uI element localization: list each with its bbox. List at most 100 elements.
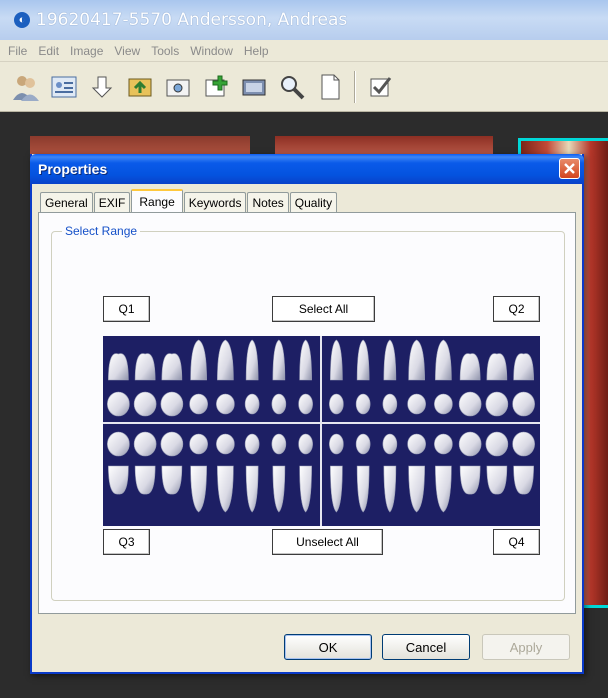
upper-tooth-crown[interactable]	[407, 393, 426, 415]
upper-tooth-crown[interactable]	[271, 393, 287, 415]
menu-window[interactable]: Window	[190, 44, 233, 58]
select-all-button[interactable]: Select All	[272, 296, 375, 322]
upper-tooth-crown[interactable]	[244, 393, 260, 415]
upper-tooth-crown[interactable]	[189, 393, 208, 415]
menu-tools[interactable]: Tools	[151, 44, 179, 58]
checklist-icon[interactable]	[364, 71, 396, 103]
add-image-icon[interactable]	[200, 71, 232, 103]
lower-tooth-crown[interactable]	[407, 433, 426, 455]
lower-tooth-side[interactable]	[272, 465, 286, 513]
dental-chart-svg[interactable]	[103, 336, 540, 526]
upper-tooth-side[interactable]	[513, 353, 534, 381]
lower-tooth-side[interactable]	[190, 465, 207, 513]
lower-tooth-crown[interactable]	[189, 433, 208, 455]
lower-tooth-side[interactable]	[330, 465, 343, 513]
cancel-button[interactable]: Cancel	[382, 634, 470, 660]
lower-tooth-crown[interactable]	[512, 431, 535, 457]
lower-tooth-crown[interactable]	[160, 431, 184, 457]
lower-tooth-crown[interactable]	[271, 433, 287, 455]
lower-tooth-side[interactable]	[408, 465, 425, 513]
lower-tooth-crown[interactable]	[458, 431, 482, 457]
lower-tooth-crown[interactable]	[216, 433, 235, 455]
close-icon[interactable]	[559, 158, 580, 179]
tab-keywords[interactable]: Keywords	[183, 192, 247, 212]
lower-tooth-crown[interactable]	[485, 431, 509, 457]
upper-tooth-side[interactable]	[435, 339, 452, 381]
q1-button[interactable]: Q1	[103, 296, 150, 322]
upper-tooth-crown[interactable]	[512, 391, 535, 417]
ok-button[interactable]: OK	[284, 634, 372, 660]
upper-tooth-side[interactable]	[190, 339, 207, 381]
upper-tooth-crown[interactable]	[485, 391, 509, 417]
tab-general[interactable]: General	[40, 192, 93, 212]
dental-chart[interactable]	[103, 336, 540, 526]
upper-tooth-side[interactable]	[245, 339, 259, 381]
lower-tooth-side[interactable]	[356, 465, 370, 513]
q3-button[interactable]: Q3	[103, 529, 150, 555]
patient-group-icon[interactable]	[10, 71, 42, 103]
upper-tooth-side[interactable]	[330, 339, 343, 381]
menu-file[interactable]: File	[8, 44, 27, 58]
upper-tooth-side[interactable]	[161, 353, 183, 381]
lower-tooth-crown[interactable]	[434, 433, 453, 455]
lower-tooth-crown[interactable]	[329, 433, 344, 455]
lower-tooth-side[interactable]	[245, 465, 259, 513]
lower-tooth-side[interactable]	[486, 465, 508, 495]
upper-tooth-side[interactable]	[383, 339, 397, 381]
magnifier-icon[interactable]	[276, 71, 308, 103]
upper-tooth-crown[interactable]	[298, 393, 313, 415]
menu-edit[interactable]: Edit	[38, 44, 59, 58]
q4-button[interactable]: Q4	[493, 529, 540, 555]
q2-button[interactable]: Q2	[493, 296, 540, 322]
tab-exif[interactable]: EXIF	[93, 192, 131, 212]
lower-tooth-side[interactable]	[217, 465, 234, 513]
lower-tooth-side[interactable]	[435, 465, 452, 513]
upper-tooth-crown[interactable]	[107, 391, 130, 417]
upper-tooth-side[interactable]	[459, 353, 481, 381]
lower-tooth-side[interactable]	[513, 465, 534, 495]
upper-tooth-side[interactable]	[272, 339, 286, 381]
upper-tooth-crown[interactable]	[458, 391, 482, 417]
lower-tooth-crown[interactable]	[355, 433, 371, 455]
lower-tooth-crown[interactable]	[107, 431, 130, 457]
upper-tooth-side[interactable]	[299, 339, 312, 381]
lower-tooth-side[interactable]	[108, 465, 129, 495]
upper-tooth-side[interactable]	[408, 339, 425, 381]
unselect-all-button[interactable]: Unselect All	[272, 529, 383, 555]
upper-tooth-crown[interactable]	[329, 393, 344, 415]
upper-tooth-side[interactable]	[486, 353, 508, 381]
lower-tooth-side[interactable]	[383, 465, 397, 513]
tab-quality[interactable]: Quality	[289, 192, 338, 212]
lower-tooth-crown[interactable]	[298, 433, 313, 455]
upper-tooth-crown[interactable]	[160, 391, 184, 417]
patient-card-icon[interactable]	[48, 71, 80, 103]
dialog-titlebar[interactable]: Properties	[30, 154, 584, 184]
tab-range[interactable]: Range	[131, 189, 183, 213]
xray-icon[interactable]	[238, 71, 270, 103]
app-titlebar[interactable]: ◐ 19620417-5570 Andersson, Andreas	[0, 0, 608, 40]
lower-tooth-side[interactable]	[459, 465, 481, 495]
upper-tooth-crown[interactable]	[133, 391, 157, 417]
new-document-icon[interactable]	[314, 71, 346, 103]
upper-tooth-side[interactable]	[108, 353, 129, 381]
menu-image[interactable]: Image	[70, 44, 103, 58]
upper-tooth-side[interactable]	[356, 339, 370, 381]
upper-tooth-crown[interactable]	[216, 393, 235, 415]
lower-tooth-side[interactable]	[161, 465, 183, 495]
upper-tooth-side[interactable]	[134, 353, 156, 381]
upper-tooth-crown[interactable]	[355, 393, 371, 415]
upper-tooth-side[interactable]	[217, 339, 234, 381]
lower-tooth-side[interactable]	[299, 465, 312, 513]
upper-tooth-crown[interactable]	[434, 393, 453, 415]
lower-tooth-crown[interactable]	[382, 433, 398, 455]
camera-icon[interactable]	[162, 71, 194, 103]
upper-tooth-crown[interactable]	[382, 393, 398, 415]
menu-help[interactable]: Help	[244, 44, 269, 58]
import-arrow-icon[interactable]	[86, 71, 118, 103]
menu-view[interactable]: View	[114, 44, 140, 58]
lower-tooth-crown[interactable]	[133, 431, 157, 457]
lower-tooth-side[interactable]	[134, 465, 156, 495]
lower-tooth-crown[interactable]	[244, 433, 260, 455]
acquire-image-icon[interactable]	[124, 71, 156, 103]
tab-notes[interactable]: Notes	[247, 192, 289, 212]
